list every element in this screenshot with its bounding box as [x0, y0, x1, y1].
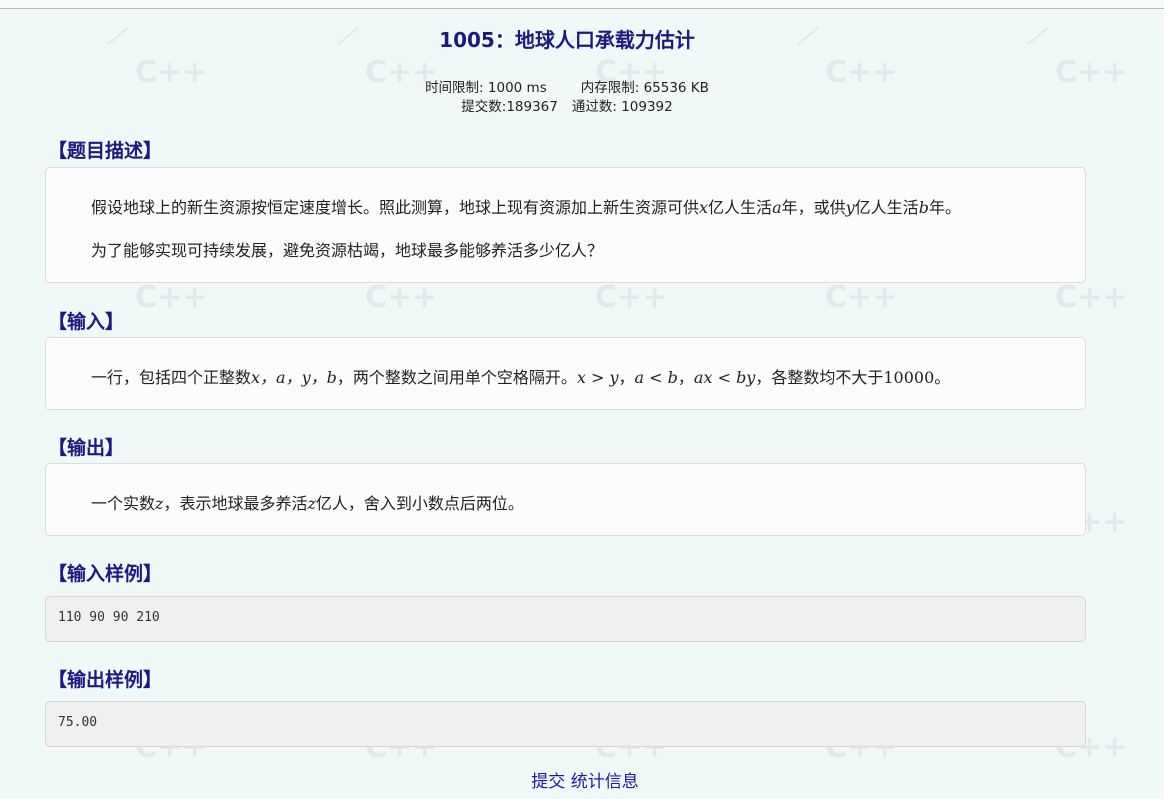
sample-input-code: 110 90 90 210 [58, 610, 160, 625]
watermark-text: C++ [135, 280, 208, 315]
top-border [0, 0, 1164, 9]
accepted-count: 通过数: 109392 [571, 99, 673, 115]
limits-row: 时间限制: 1000 ms 内存限制: 65536 KB [0, 76, 1134, 96]
watermark-text: C++ [365, 280, 438, 315]
stats-row: 提交数:189367 通过数: 109392 [0, 95, 1134, 115]
watermark-text: C++ [825, 280, 898, 315]
sample-output-heading: 【输出样例】 [48, 669, 163, 691]
input-heading: 【输入】 [48, 311, 125, 333]
submission-count: 提交数:189367 [461, 99, 558, 115]
footer-links: 提交 统计信息 [0, 767, 1164, 792]
statistics-link[interactable]: 统计信息 [571, 772, 639, 792]
description-heading: 【题目描述】 [48, 140, 163, 162]
input-text: 一行，包括四个正整数x，a，y，b，两个整数之间用单个空格隔开。x > y，a … [91, 368, 951, 387]
output-text: 一个实数z，表示地球最多养活z亿人，舍入到小数点后两位。 [91, 494, 524, 513]
submit-link[interactable]: 提交 [531, 772, 565, 792]
sample-input-heading: 【输入样例】 [48, 563, 163, 585]
description-box: 假设地球上的新生资源按恒定速度增长。照此测算，地球上现有资源加上新生资源可供x亿… [45, 167, 1086, 283]
watermark-text: C++ [1055, 280, 1128, 315]
sample-output-code: 75.00 [58, 715, 98, 730]
output-heading: 【输出】 [48, 437, 125, 459]
time-limit: 时间限制: 1000 ms [425, 80, 547, 96]
memory-limit: 内存限制: 65536 KB [580, 80, 709, 96]
description-text-line1: 假设地球上的新生资源按恒定速度增长。照此测算，地球上现有资源加上新生资源可供x亿… [91, 198, 961, 217]
sample-output-box: 75.00 [45, 701, 1086, 747]
watermark-text: C++ [595, 280, 668, 315]
input-box: 一行，包括四个正整数x，a，y，b，两个整数之间用单个空格隔开。x > y，a … [45, 337, 1086, 410]
description-text-line2: 为了能够实现可持续发展，避免资源枯竭，地球最多能够养活多少亿人？ [91, 241, 604, 260]
page-title: 1005：地球人口承载力估计 [439, 28, 695, 52]
sample-input-box: 110 90 90 210 [45, 596, 1086, 642]
output-box: 一个实数z，表示地球最多养活z亿人，舍入到小数点后两位。 [45, 463, 1086, 536]
